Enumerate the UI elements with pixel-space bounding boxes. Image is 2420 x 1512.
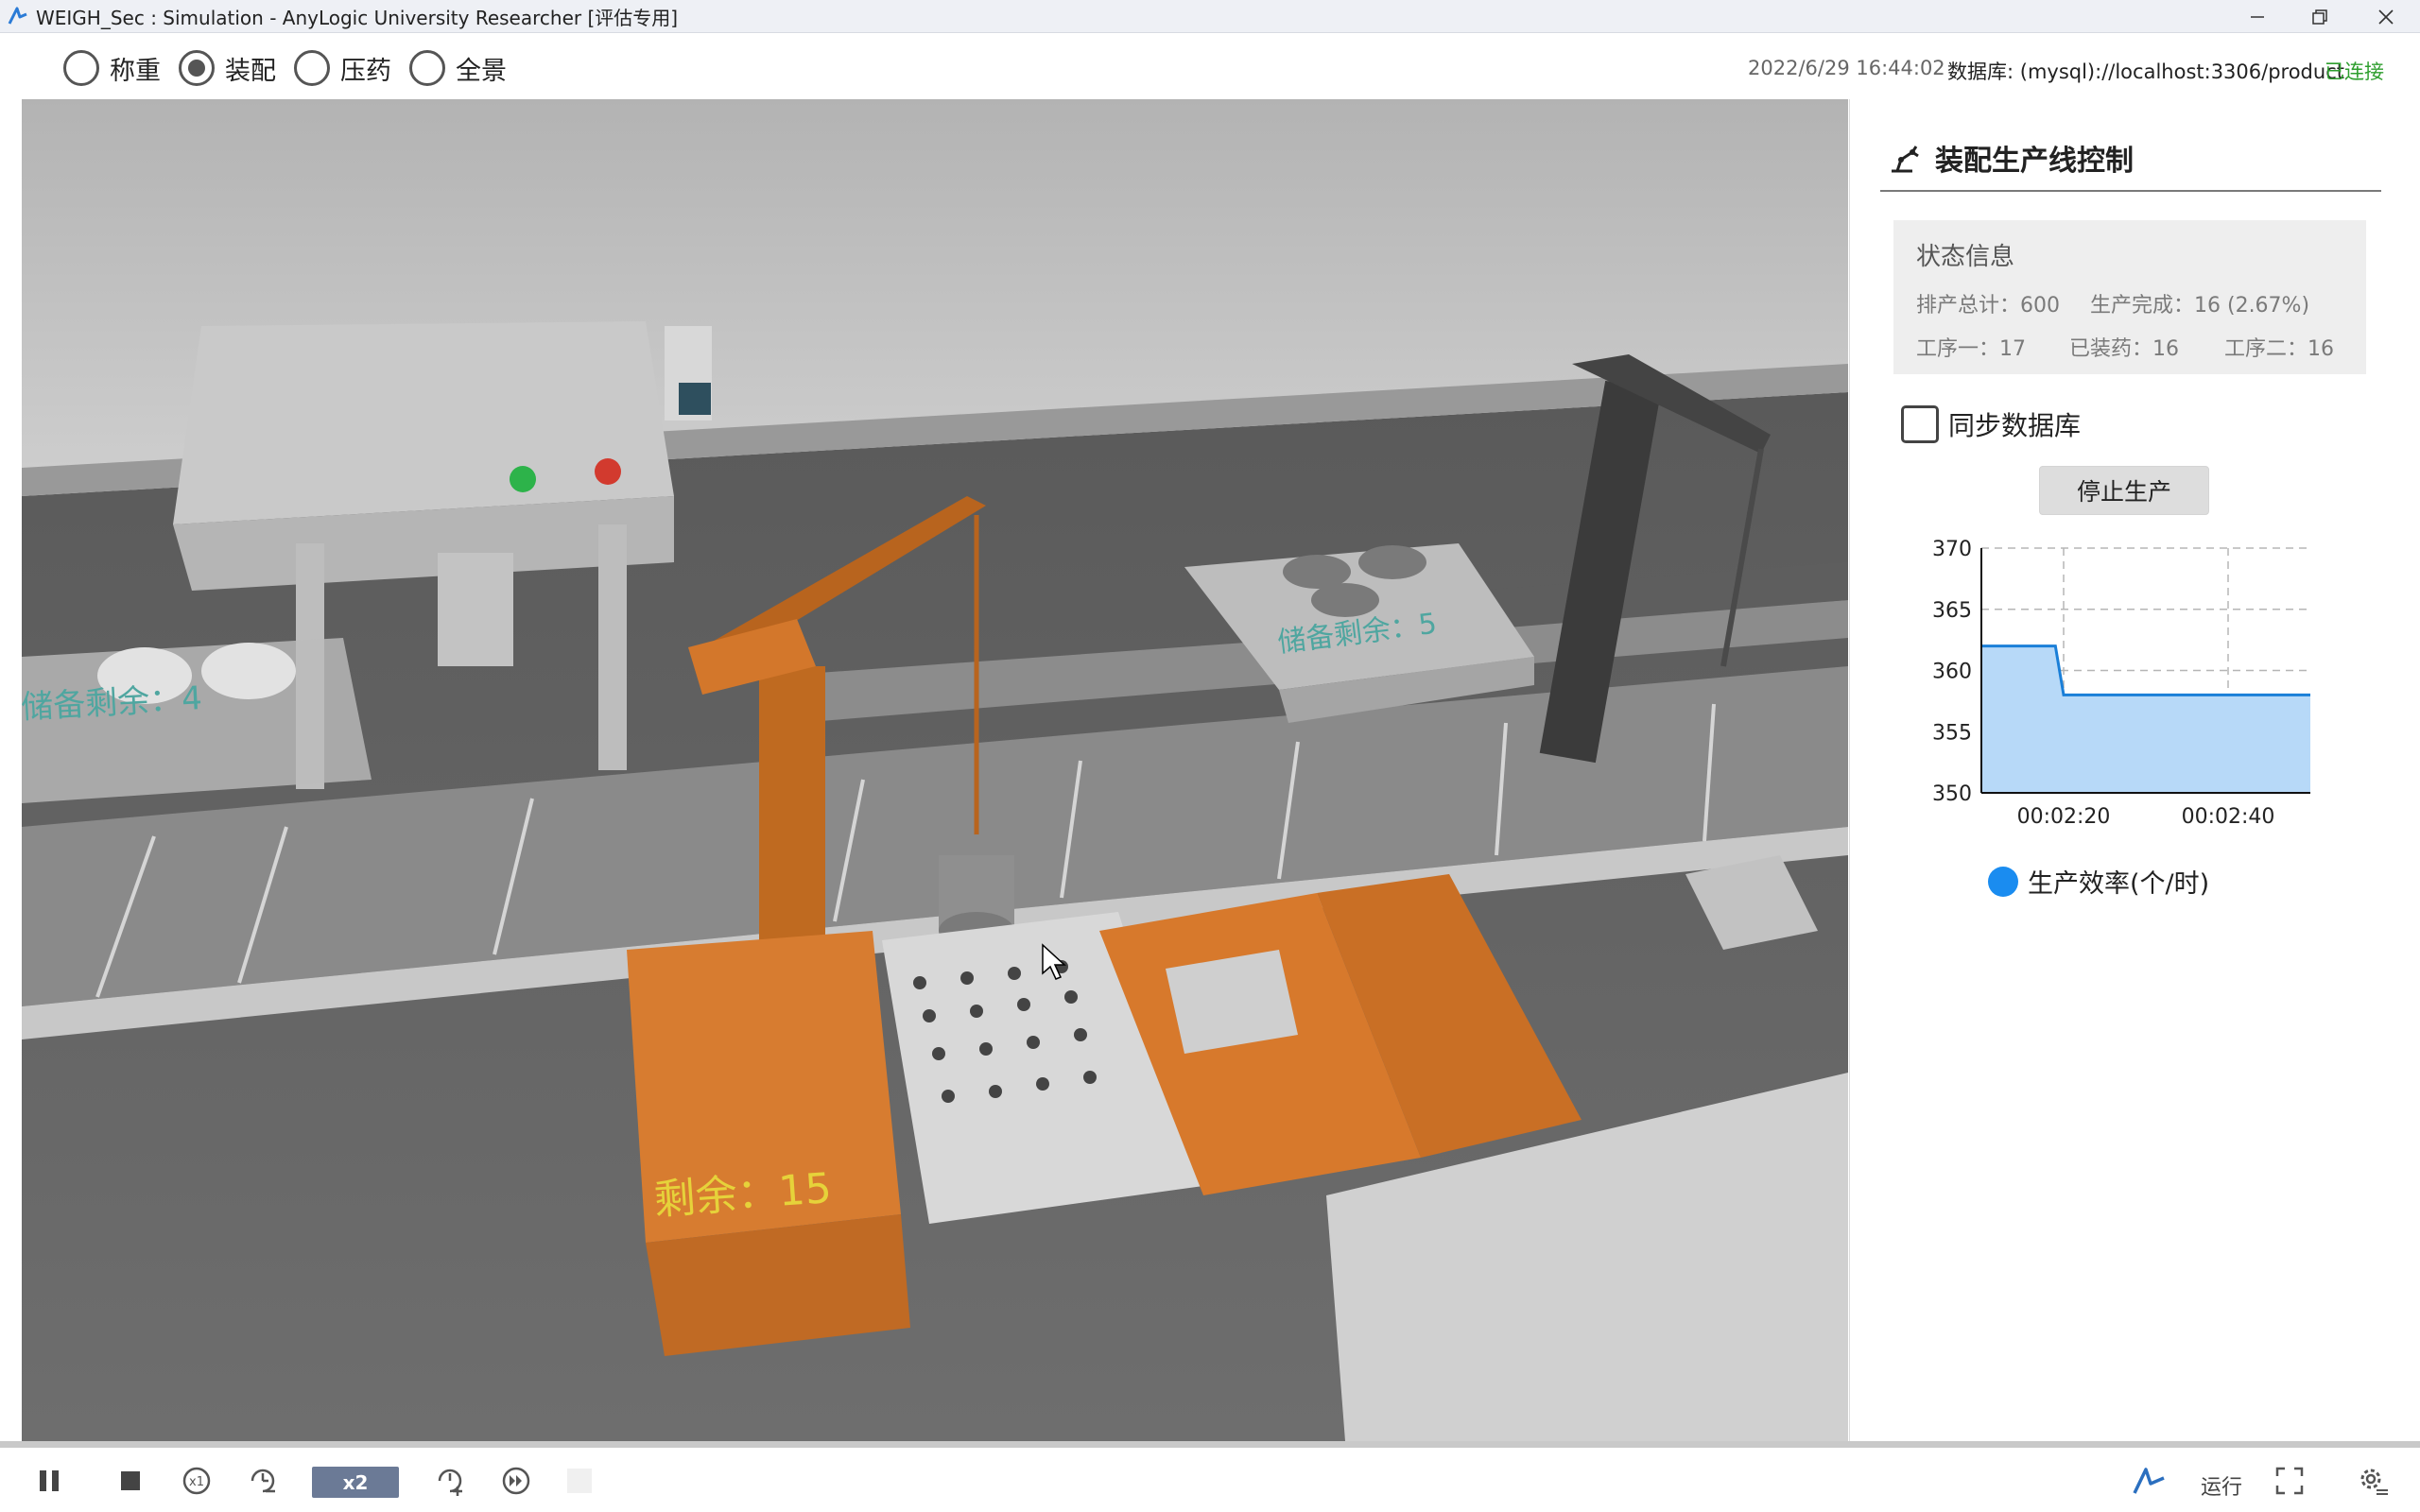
- simulation-3d-viewport[interactable]: 储备剩余：4 储备剩余：5 剩余：15: [22, 99, 1848, 1441]
- radio-press-label: 压药: [340, 56, 391, 86]
- x-tick-label-1: 00:02:40: [2182, 805, 2275, 829]
- radio-assembly-label: 装配: [225, 56, 276, 86]
- faster-button[interactable]: [429, 1460, 471, 1502]
- robot-arm-icon: [1892, 146, 1919, 173]
- legend-label: 生产效率(个/时): [2028, 869, 2210, 899]
- anylogic-app-icon: [8, 7, 27, 25]
- factory-3d-scene: 储备剩余：4 储备剩余：5 剩余：15: [22, 99, 1848, 1441]
- close-button[interactable]: [2358, 0, 2414, 33]
- restore-button[interactable]: [2291, 0, 2348, 33]
- radio-weigh-circle[interactable]: [63, 50, 99, 86]
- blank-control-icon: [567, 1469, 592, 1493]
- max-speed-button[interactable]: [495, 1460, 537, 1502]
- efficiency-chart: 370 365 360 355 350 00:02:20 00:02:40: [1932, 538, 2310, 829]
- efficiency-area: [1981, 645, 2310, 793]
- production-completed: 生产完成：16 (2.67%): [2090, 294, 2310, 318]
- radio-assembly[interactable]: 装配: [179, 47, 276, 89]
- sync-database-label: 同步数据库: [1948, 410, 2082, 441]
- status-info-box: 状态信息 排产总计：600 生产完成：16 (2.67%) 工序一：17 已装药…: [1893, 220, 2366, 374]
- process-one-count: 工序一：17: [1916, 337, 2026, 361]
- max-speed-icon: [502, 1467, 530, 1495]
- window-titlebar: WEIGH_Sec : Simulation - AnyLogic Univer…: [0, 0, 2420, 33]
- pause-button[interactable]: [28, 1460, 70, 1502]
- stop-production-button[interactable]: 停止生产: [2039, 466, 2209, 515]
- radio-overview-label: 全景: [456, 56, 507, 86]
- total-scheduled: 排产总计：600: [1916, 294, 2060, 318]
- minimize-button[interactable]: [2229, 0, 2286, 33]
- sync-database-checkbox[interactable]: [1901, 405, 1939, 443]
- extra-control-button[interactable]: [563, 1460, 596, 1502]
- title-divider: [1880, 190, 2381, 192]
- chart-legend: 生产效率(个/时): [1988, 863, 2209, 900]
- loaded-count: 已装药：16: [2069, 337, 2179, 361]
- speed-x1-icon: x1: [182, 1467, 211, 1495]
- speed-indicator: x2: [312, 1467, 399, 1498]
- green-indicator-light: [510, 466, 536, 492]
- panel-title: 装配生产线控制: [1888, 137, 2134, 179]
- y-tick-label-1: 365: [1932, 599, 1972, 623]
- y-tick-label-0: 370: [1932, 538, 1972, 561]
- radio-assembly-circle[interactable]: [179, 50, 215, 86]
- process-two-count: 工序二：16: [2224, 337, 2334, 361]
- window-title: WEIGH_Sec : Simulation - AnyLogic Univer…: [36, 6, 679, 29]
- legend-swatch: [1988, 866, 2018, 897]
- faster-icon: [438, 1469, 462, 1496]
- radio-weigh-label: 称重: [110, 56, 161, 86]
- y-tick-labels: 370 365 360 355 350: [1932, 538, 1972, 806]
- radio-weigh[interactable]: 称重: [63, 47, 161, 89]
- sync-database-row[interactable]: 同步数据库: [1901, 405, 2081, 443]
- radio-overview[interactable]: 全景: [409, 47, 507, 89]
- panel-title-text: 装配生产线控制: [1935, 145, 2134, 178]
- fullscreen-icon: [2275, 1467, 2304, 1495]
- database-connection-label: 数据库: (mysql)://localhost:3306/product: [1947, 60, 2344, 83]
- status-info-heading: 状态信息: [1916, 243, 2015, 271]
- anylogic-logo-button[interactable]: [2129, 1460, 2170, 1502]
- red-indicator-light: [595, 458, 621, 485]
- y-tick-label-4: 350: [1932, 782, 1972, 806]
- x-tick-label-0: 00:02:20: [2017, 805, 2111, 829]
- stop-icon: [121, 1471, 140, 1490]
- anylogic-logo-icon: [2133, 1468, 2165, 1494]
- run-status-label: 运行: [2201, 1476, 2243, 1500]
- close-icon: [2378, 9, 2394, 25]
- minimize-icon: [2251, 15, 2264, 18]
- radio-press[interactable]: 压药: [294, 47, 391, 89]
- stop-simulation-button[interactable]: [110, 1460, 151, 1502]
- settings-icon: [2360, 1469, 2388, 1495]
- simulation-control-bar: x1 x2 运行: [0, 1441, 2420, 1512]
- y-tick-label-3: 355: [1932, 721, 1972, 745]
- datetime-display: 2022/6/29 16:44:02: [1748, 57, 1945, 79]
- control-panel: 装配生产线控制 状态信息 排产总计：600 生产完成：16 (2.67%) 工序…: [1849, 99, 2420, 1441]
- speed-x1-button[interactable]: x1: [176, 1460, 217, 1502]
- svg-text:x1: x1: [189, 1475, 204, 1489]
- radio-press-circle[interactable]: [294, 50, 330, 86]
- x-tick-labels: 00:02:20 00:02:40: [2017, 805, 2275, 829]
- database-status: 已连接: [2325, 60, 2384, 83]
- fullscreen-button[interactable]: [2269, 1460, 2310, 1502]
- slower-icon: [251, 1469, 275, 1493]
- pause-icon: [40, 1470, 59, 1491]
- slower-button[interactable]: [242, 1460, 284, 1502]
- radio-overview-circle[interactable]: [409, 50, 445, 86]
- settings-button[interactable]: [2352, 1460, 2394, 1502]
- y-tick-label-2: 360: [1932, 661, 1972, 684]
- restore-icon: [2312, 9, 2327, 25]
